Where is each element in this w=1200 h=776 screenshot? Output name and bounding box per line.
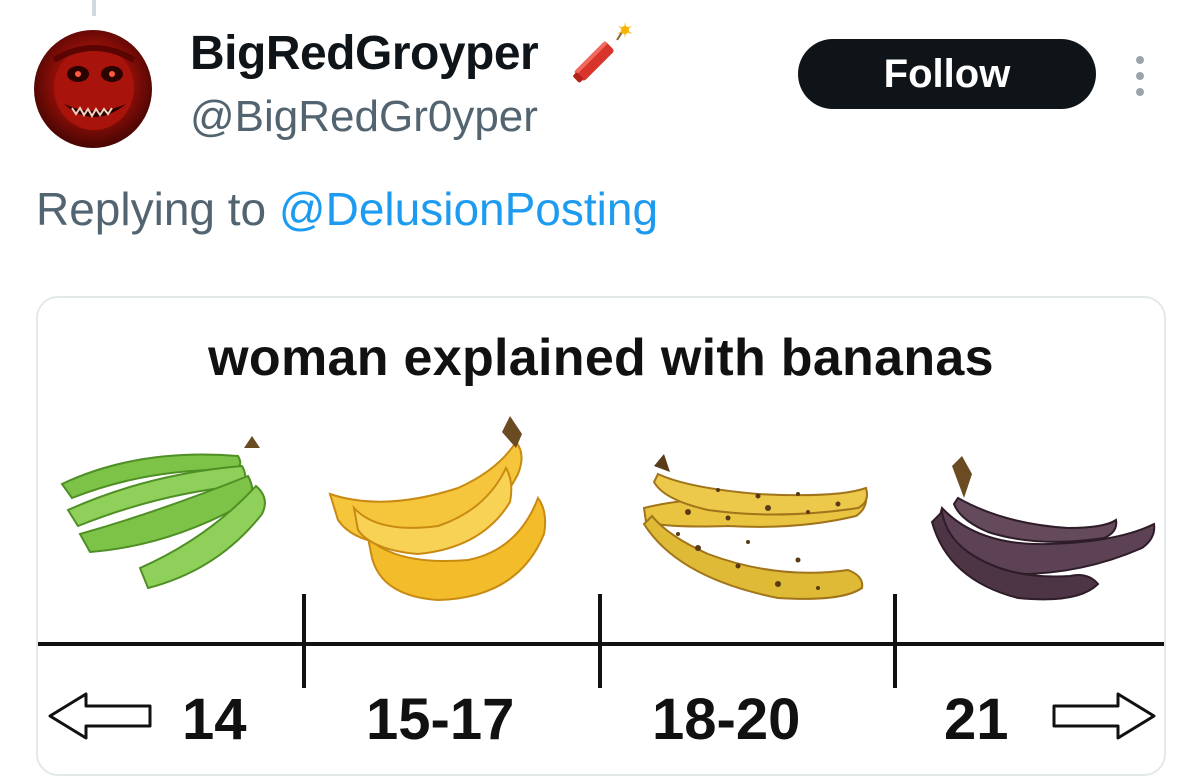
reply-to-link[interactable]: @DelusionPosting <box>279 183 658 235</box>
more-dot <box>1136 72 1144 80</box>
timeline-tick <box>893 594 897 688</box>
banana-yellow <box>328 416 547 602</box>
tweet-media[interactable]: woman explained with bananas 14 15-17 18… <box>36 296 1166 776</box>
banana-spotted <box>642 454 868 600</box>
timeline-tick <box>302 594 306 688</box>
banana-green <box>60 436 266 590</box>
age-label: 18-20 <box>652 687 801 752</box>
age-label: 14 <box>182 687 247 752</box>
handle[interactable]: @BigRedGr0yper <box>190 92 538 142</box>
more-dot <box>1136 56 1144 64</box>
more-dot <box>1136 88 1144 96</box>
banana-brown <box>930 456 1156 601</box>
follow-button[interactable]: Follow <box>798 39 1096 109</box>
display-name[interactable]: BigRedGroyper <box>190 26 539 81</box>
timeline-tick <box>598 594 602 688</box>
age-label: 21 <box>944 687 1009 752</box>
avatar[interactable] <box>34 30 152 148</box>
thread-line <box>92 0 96 16</box>
arrow-right-icon <box>1052 692 1156 740</box>
reply-context: Replying to @DelusionPosting <box>36 182 658 236</box>
more-options-icon[interactable] <box>1128 56 1152 96</box>
arrow-left-icon <box>48 692 152 740</box>
age-label: 15-17 <box>366 687 515 752</box>
avatar-image <box>52 45 136 130</box>
reply-prefix: Replying to <box>36 183 267 235</box>
firecracker-icon <box>573 22 633 83</box>
